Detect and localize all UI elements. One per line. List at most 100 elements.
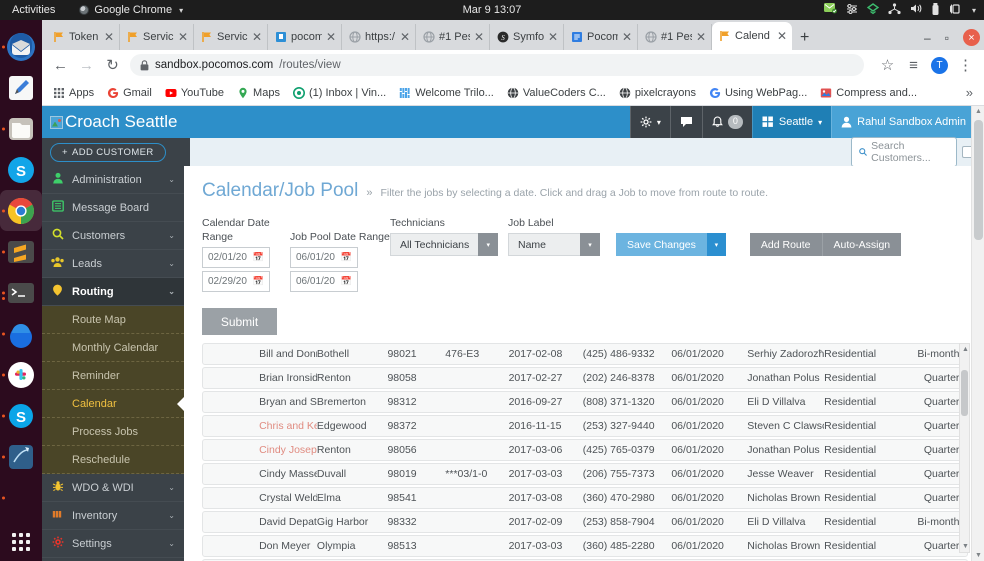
- tab-calendar[interactable]: Calend ✕: [712, 22, 792, 50]
- save-changes-button[interactable]: Save Changes: [616, 233, 707, 256]
- job-label-select[interactable]: Name ▾: [508, 233, 616, 256]
- forward-button[interactable]: →: [78, 57, 95, 74]
- sidebar-item-monthly-calendar[interactable]: Monthly Calendar: [42, 334, 184, 362]
- page-scrollbar-thumb[interactable]: [974, 120, 983, 240]
- dock-item-google-chrome[interactable]: [0, 190, 42, 231]
- table-row[interactable]: Bill and Donna ĥ Bothell 98021 476-E3 20…: [202, 343, 968, 365]
- bookmark-valuecoders[interactable]: ValueCoders C...: [507, 87, 606, 99]
- sidebar-item-process-jobs[interactable]: Process Jobs: [42, 418, 184, 446]
- active-app-menu[interactable]: Google Chrome ▾: [79, 4, 183, 16]
- close-icon[interactable]: ✕: [326, 31, 336, 43]
- messages-button[interactable]: [669, 106, 702, 138]
- close-icon[interactable]: ✕: [622, 31, 632, 43]
- bookmark-compress-and[interactable]: Compress and...: [820, 87, 917, 99]
- bookmark-welcome-trello[interactable]: Welcome Trilo...: [399, 87, 494, 99]
- system-tray[interactable]: ▾: [823, 2, 984, 18]
- dock-item-unknown-app[interactable]: [0, 477, 42, 518]
- bookmark-using-webpagetest[interactable]: Using WebPag...: [709, 87, 807, 99]
- back-button[interactable]: ←: [52, 57, 69, 74]
- scroll-down-arrow-icon[interactable]: ▼: [975, 552, 982, 559]
- profile-avatar[interactable]: T: [931, 56, 948, 74]
- dock-item-skype-blue[interactable]: S: [0, 395, 42, 436]
- notifications-button[interactable]: 0: [701, 106, 752, 138]
- sidebar-item-settings[interactable]: Settings ⌄: [42, 530, 184, 558]
- reload-button[interactable]: ↻: [104, 56, 121, 74]
- sidebar-item-route-map[interactable]: Route Map: [42, 306, 184, 334]
- job-pool-date-from-input[interactable]: 06/01/20 📅: [290, 247, 358, 268]
- table-scrollbar[interactable]: ▲ ▼: [959, 343, 970, 553]
- dock-item-thunderbird[interactable]: [0, 26, 42, 67]
- sidebar-item-calendar[interactable]: Calendar: [42, 390, 184, 418]
- scroll-up-arrow-icon[interactable]: ▲: [962, 346, 969, 353]
- maximize-button[interactable]: ▫: [945, 31, 949, 45]
- show-applications-icon[interactable]: [0, 533, 42, 551]
- sidebar-item-customers[interactable]: Customers ⌄: [42, 222, 184, 250]
- dock-item-skype[interactable]: S: [0, 149, 42, 190]
- sidebar-item-wdo-wdi[interactable]: WDO & WDI ⌄: [42, 474, 184, 502]
- calendar-date-from-input[interactable]: 02/01/20 📅: [202, 247, 270, 268]
- sidebar-item-reminder[interactable]: Reminder: [42, 362, 184, 390]
- table-row[interactable]: David Depatie Gig Harbor 98332 2017-02-0…: [202, 511, 968, 533]
- close-icon[interactable]: ✕: [696, 31, 706, 43]
- technicians-select[interactable]: All Technicians ▾: [390, 233, 508, 256]
- sidebar-item-message-board[interactable]: Message Board: [42, 194, 184, 222]
- address-bar[interactable]: sandbox.pocomos.com/routes/view: [130, 54, 864, 76]
- sidebar-item-reschedule[interactable]: Reschedule: [42, 446, 184, 474]
- auto-assign-button[interactable]: Auto-Assign: [822, 233, 902, 256]
- table-row[interactable]: Brian Ironside Renton 98058 2017-02-27 (…: [202, 367, 968, 389]
- dock-item-files[interactable]: [0, 108, 42, 149]
- table-row[interactable]: Cindy Josephsor Renton 98056 2017-03-06 …: [202, 439, 968, 461]
- bookmark-inbox-vin[interactable]: (1) Inbox | Vin...: [292, 87, 386, 99]
- activities-button[interactable]: Activities: [0, 4, 65, 16]
- chrome-menu-icon[interactable]: ⋮: [957, 56, 974, 74]
- bookmark-star-icon[interactable]: ☆: [879, 56, 896, 74]
- close-icon[interactable]: ✕: [777, 30, 787, 42]
- close-icon[interactable]: ✕: [104, 31, 114, 43]
- bookmark-apps[interactable]: Apps: [53, 87, 94, 99]
- save-changes-dropdown-toggle[interactable]: ▾: [706, 233, 726, 256]
- table-row[interactable]: Cindy Massey Duvall 98019 ***03/1-0 2017…: [202, 463, 968, 485]
- new-tab-button[interactable]: +: [792, 29, 817, 50]
- tab-pest-2[interactable]: #1 Pes ✕: [638, 24, 712, 50]
- tab-service-2[interactable]: Servic ✕: [194, 24, 268, 50]
- minimize-button[interactable]: –: [924, 31, 931, 45]
- table-row[interactable]: Crystal Weld Elma 98541 2017-03-08 (360)…: [202, 487, 968, 509]
- bookmark-maps[interactable]: Maps: [237, 87, 280, 99]
- dock-item-text-editor[interactable]: [0, 67, 42, 108]
- table-row[interactable]: Bryan and Steph Bremerton 98312 2016-09-…: [202, 391, 968, 413]
- close-icon[interactable]: ✕: [474, 31, 484, 43]
- dock-item-postman[interactable]: [0, 436, 42, 477]
- dock-item-teamviewer[interactable]: [0, 313, 42, 354]
- system-clock[interactable]: Mar 9 13:07: [463, 4, 522, 16]
- tab-token[interactable]: Token ✕: [46, 24, 120, 50]
- calendar-date-to-input[interactable]: 02/29/20 📅: [202, 271, 270, 292]
- close-icon[interactable]: ✕: [178, 31, 188, 43]
- dock-item-sublime-text[interactable]: [0, 231, 42, 272]
- search-customers-input[interactable]: Search Customers...: [851, 137, 957, 167]
- tab-pest-1[interactable]: #1 Pes ✕: [416, 24, 490, 50]
- close-icon[interactable]: ✕: [400, 31, 410, 43]
- bookmark-pixelcrayons[interactable]: pixelcrayons: [619, 87, 696, 99]
- add-customer-button[interactable]: + ADD CUSTOMER: [50, 142, 166, 162]
- close-icon[interactable]: ✕: [548, 31, 558, 43]
- dock-item-terminal[interactable]: [0, 272, 42, 313]
- close-icon[interactable]: ✕: [252, 31, 262, 43]
- extensions-icon[interactable]: ≡: [905, 57, 922, 74]
- table-scrollbar-thumb[interactable]: [961, 370, 968, 416]
- tab-service-1[interactable]: Servic ✕: [120, 24, 194, 50]
- scroll-down-arrow-icon[interactable]: ▼: [962, 543, 969, 550]
- settings-gear-button[interactable]: ▾: [629, 106, 670, 138]
- page-scrollbar[interactable]: ▲ ▼: [971, 106, 984, 561]
- table-row[interactable]: Chris and Kemy Edgewood 98372 2016-11-15…: [202, 415, 968, 437]
- tab-symfony[interactable]: S Symfo ✕: [490, 24, 564, 50]
- scroll-up-arrow-icon[interactable]: ▲: [975, 108, 982, 115]
- sidebar-item-leads[interactable]: Leads ⌄: [42, 250, 184, 278]
- submit-button[interactable]: Submit: [202, 308, 277, 335]
- close-window-button[interactable]: ×: [963, 29, 980, 46]
- tab-pocomos[interactable]: pocom ✕: [268, 24, 342, 50]
- job-pool-date-to-input[interactable]: 06/01/20 📅: [290, 271, 358, 292]
- add-route-button[interactable]: Add Route: [749, 233, 823, 256]
- sidebar-item-inventory[interactable]: Inventory ⌄: [42, 502, 184, 530]
- bookmarks-overflow-button[interactable]: »: [966, 85, 973, 100]
- user-menu-button[interactable]: Rahul Sandbox Admin ▾: [831, 106, 984, 138]
